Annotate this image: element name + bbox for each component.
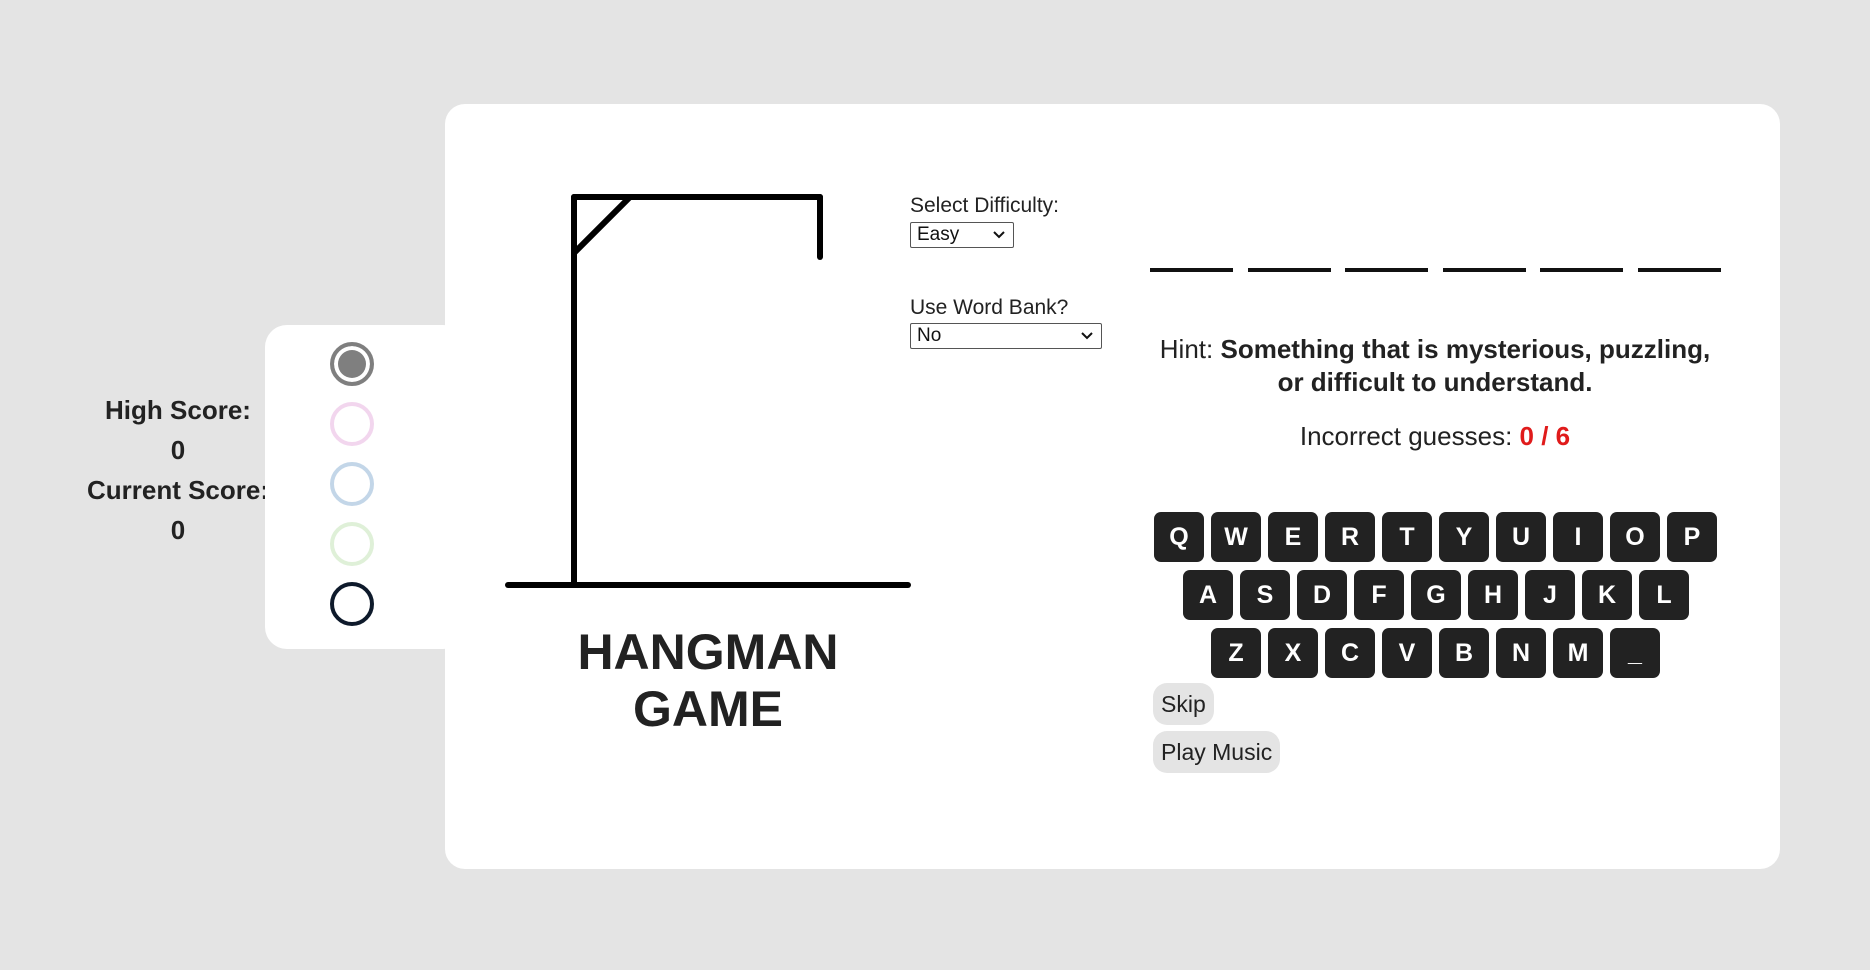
incorrect-guesses-label: Incorrect guesses: xyxy=(1299,421,1513,451)
score-board: High Score: 0 Current Score: 0 xyxy=(78,390,278,550)
incorrect-guesses-count: 0 / 6 xyxy=(1519,421,1571,451)
chevron-down-icon xyxy=(1081,332,1093,340)
play-music-button[interactable]: Play Music xyxy=(1153,731,1281,773)
key-i[interactable]: I xyxy=(1553,512,1603,562)
key-l[interactable]: L xyxy=(1639,570,1689,620)
hangman-page: High Score: 0 Current Score: 0 HANGMAN G… xyxy=(0,0,1870,970)
key-n[interactable]: N xyxy=(1496,628,1546,678)
word-blanks xyxy=(1150,255,1722,275)
key-j[interactable]: J xyxy=(1525,570,1575,620)
game-title-line2: GAME xyxy=(633,681,783,737)
letter-blank xyxy=(1345,268,1428,272)
skip-button[interactable]: Skip xyxy=(1153,683,1214,725)
key-b[interactable]: B xyxy=(1439,628,1489,678)
letter-blank xyxy=(1443,268,1526,272)
theme-circle-pink[interactable] xyxy=(330,402,374,446)
key-u[interactable]: U xyxy=(1496,512,1546,562)
key-x[interactable]: X xyxy=(1268,628,1318,678)
hint-label: Hint: xyxy=(1159,334,1214,364)
letter-blank xyxy=(1248,268,1331,272)
key-c[interactable]: C xyxy=(1325,628,1375,678)
key-t[interactable]: T xyxy=(1382,512,1432,562)
game-title: HANGMAN GAME xyxy=(548,624,868,738)
key-k[interactable]: K xyxy=(1582,570,1632,620)
theme-circle-blue[interactable] xyxy=(330,462,374,506)
key-f[interactable]: F xyxy=(1354,570,1404,620)
high-score-label: High Score: xyxy=(105,395,251,425)
difficulty-label: Select Difficulty: xyxy=(910,194,1059,217)
keyboard-row: ASDFGHJKL xyxy=(1183,570,1696,620)
key-s[interactable]: S xyxy=(1240,570,1290,620)
difficulty-select[interactable]: Easy xyxy=(910,222,1014,248)
key-r[interactable]: R xyxy=(1325,512,1375,562)
word-bank-select-value: No xyxy=(917,325,942,346)
key-e[interactable]: E xyxy=(1268,512,1318,562)
letter-blank xyxy=(1150,268,1233,272)
chevron-down-icon xyxy=(993,231,1005,239)
high-score-value: 0 xyxy=(170,435,186,465)
keyboard-row: Z X C V B N M _ xyxy=(1211,628,1667,678)
key-o[interactable]: O xyxy=(1610,512,1660,562)
letter-blank xyxy=(1638,268,1721,272)
key-p[interactable]: P xyxy=(1667,512,1717,562)
key-m[interactable]: M xyxy=(1553,628,1603,678)
key-y[interactable]: Y xyxy=(1439,512,1489,562)
difficulty-select-value: Easy xyxy=(917,224,960,245)
theme-selector-panel xyxy=(265,325,465,649)
key-v[interactable]: V xyxy=(1382,628,1432,678)
key-w[interactable]: W xyxy=(1211,512,1261,562)
key-d[interactable]: D xyxy=(1297,570,1347,620)
word-bank-select[interactable]: No xyxy=(910,323,1102,349)
hint-text: Hint: Something that is mysterious, puzz… xyxy=(1148,333,1722,399)
theme-circle-navy[interactable] xyxy=(330,582,374,626)
key-z[interactable]: Z xyxy=(1211,628,1261,678)
gallows-brace xyxy=(571,194,633,256)
theme-circle-gray[interactable] xyxy=(330,342,374,386)
word-bank-label: Use Word Bank? xyxy=(910,296,1069,319)
keyboard-row: QWERTYUIOP xyxy=(1154,512,1724,562)
theme-circle-green[interactable] xyxy=(330,522,374,566)
letter-blank xyxy=(1540,268,1623,272)
key-h[interactable]: H xyxy=(1468,570,1518,620)
current-score-value: 0 xyxy=(170,515,186,545)
key-underscore[interactable]: _ xyxy=(1610,628,1660,678)
game-title-line1: HANGMAN xyxy=(577,624,839,680)
current-score-label: Current Score: xyxy=(86,475,270,505)
incorrect-guesses: Incorrect guesses: 0 / 6 xyxy=(1148,419,1722,453)
gallows-drawing xyxy=(505,194,911,588)
key-a[interactable]: A xyxy=(1183,570,1233,620)
hint-body: Something that is mysterious, puzzling, … xyxy=(1220,334,1711,397)
key-q[interactable]: Q xyxy=(1154,512,1204,562)
key-g[interactable]: G xyxy=(1411,570,1461,620)
